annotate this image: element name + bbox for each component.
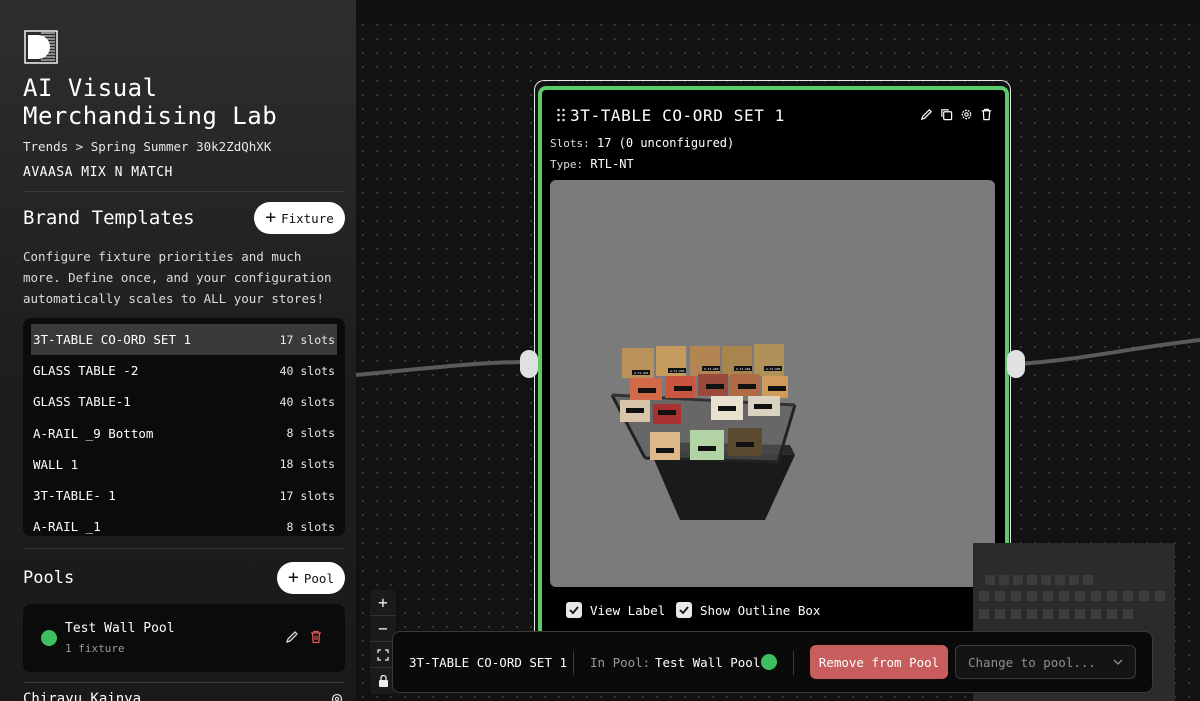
node-output-port[interactable] bbox=[1007, 350, 1025, 378]
shelf-label: A-T1-A01 bbox=[634, 371, 649, 375]
node-toolbar bbox=[920, 108, 993, 121]
zoom-in-icon[interactable]: + bbox=[370, 590, 396, 616]
check-icon bbox=[679, 606, 689, 615]
drag-handle-icon[interactable] bbox=[556, 108, 566, 122]
chevron-down-icon bbox=[1113, 659, 1123, 665]
view-label-text: View Label bbox=[590, 602, 666, 618]
change-pool-select[interactable]: Change to pool... bbox=[955, 645, 1136, 679]
shelf-label: A-T1-A02 bbox=[670, 369, 685, 373]
change-pool-placeholder: Change to pool... bbox=[968, 654, 1096, 670]
fixture-3d-preview[interactable]: A-T1-A01 A-T1-A02 A-T1-A03 A-T1-A04 A-T1… bbox=[550, 180, 995, 587]
node-input-port[interactable] bbox=[520, 350, 538, 378]
remove-from-pool-button[interactable]: Remove from Pool bbox=[810, 645, 948, 679]
check-icon bbox=[569, 606, 579, 615]
show-outline-checkbox[interactable] bbox=[676, 602, 692, 618]
show-outline-option[interactable]: Show Outline Box bbox=[676, 602, 820, 618]
show-outline-text: Show Outline Box bbox=[700, 602, 821, 618]
fixture-render: A-T1-A01 A-T1-A02 A-T1-A03 A-T1-A04 A-T1… bbox=[610, 344, 797, 520]
node-type: Type: RTL-NT bbox=[550, 157, 634, 171]
divider bbox=[793, 651, 794, 675]
shelf-label: A-T1-A04 bbox=[736, 367, 751, 371]
type-key: Type: bbox=[550, 158, 584, 171]
trash-icon[interactable] bbox=[980, 108, 993, 121]
node-slots: Slots: 17 (0 unconfigured) bbox=[550, 136, 734, 150]
node-title: 3T-TABLE CO-ORD SET 1 bbox=[570, 106, 785, 125]
type-value: RTL-NT bbox=[590, 157, 634, 171]
shelf-label: A-T1-A05 bbox=[766, 367, 781, 371]
view-label-checkbox[interactable] bbox=[566, 602, 582, 618]
selection-action-bar: 3T-TABLE CO-ORD SET 1 In Pool: Test Wall… bbox=[392, 631, 1153, 693]
selected-fixture-name: 3T-TABLE CO-ORD SET 1 bbox=[409, 655, 568, 670]
in-pool-label: In Pool: bbox=[590, 655, 651, 670]
pencil-icon[interactable] bbox=[920, 108, 933, 121]
fixture-node[interactable]: 3T-TABLE CO-ORD SET 1 Slots: 17 (0 uncon… bbox=[538, 86, 1009, 646]
divider bbox=[573, 651, 574, 675]
slots-key: Slots: bbox=[550, 137, 590, 150]
shelf-label: A-T1-A03 bbox=[704, 367, 719, 371]
gear-icon[interactable] bbox=[960, 108, 973, 121]
view-label-option[interactable]: View Label bbox=[566, 602, 665, 618]
pool-status-dot bbox=[761, 654, 777, 670]
slots-value: 17 (0 unconfigured) bbox=[596, 136, 735, 150]
copy-icon[interactable] bbox=[940, 108, 953, 121]
in-pool-name: Test Wall Pool bbox=[655, 655, 761, 670]
